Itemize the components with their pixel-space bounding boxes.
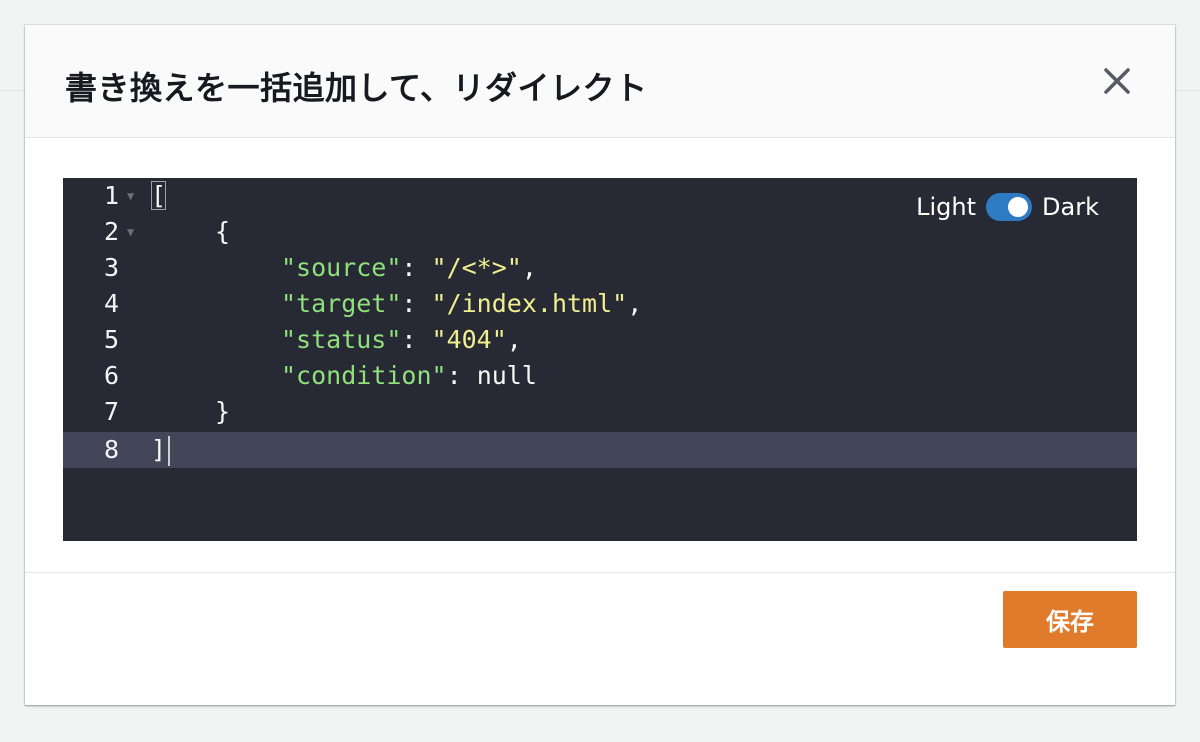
json-brace: { [215,217,231,246]
json-colon: : [401,325,432,354]
line-number: 3 [103,253,119,282]
json-comma: , [506,325,522,354]
json-colon: : [401,289,432,318]
code-line[interactable]: 4 "target": "/index.html", [63,286,1137,322]
bulk-redirect-modal: 書き換えを一括追加して、リダイレクト 1 ▼ [ 2 ▼ { 3 "source… [25,25,1175,705]
line-number: 4 [103,289,119,318]
json-key: "source" [281,253,402,282]
code-line[interactable]: 7 } [63,394,1137,430]
code-line[interactable]: 6 "condition": null [63,358,1137,394]
fold-arrow-icon[interactable]: ▼ [127,214,134,250]
theme-light-label[interactable]: Light [916,193,976,221]
modal-title: 書き換えを一括追加して、リダイレクト [65,69,648,107]
modal-header: 書き換えを一括追加して、リダイレクト [25,25,1175,138]
text-cursor [168,436,171,466]
theme-switch-knob [1008,197,1029,217]
json-bracket: ] [151,435,167,464]
json-key: "target" [281,289,402,318]
json-string: "404" [431,325,507,354]
modal-body: 1 ▼ [ 2 ▼ { 3 "source": "/<*>", 4 "targe… [25,138,1175,572]
code-line[interactable]: 3 "source": "/<*>", [63,250,1137,286]
json-null: null [476,361,537,390]
modal-footer: 保存 [25,572,1175,705]
json-string: "/<*>" [431,253,522,282]
code-line[interactable]: 5 "status": "404", [63,322,1137,358]
line-number: 5 [103,325,119,354]
save-button[interactable]: 保存 [1003,591,1137,648]
json-key: "condition" [281,361,447,390]
json-comma: , [521,253,537,282]
json-code-editor[interactable]: 1 ▼ [ 2 ▼ { 3 "source": "/<*>", 4 "targe… [63,178,1137,541]
json-bracket: [ [151,181,167,210]
code-line-active[interactable]: 8 ] [63,432,1137,468]
theme-switch[interactable] [986,193,1033,221]
json-colon: : [401,253,432,282]
line-number: 8 [103,435,119,464]
theme-toggle: Light Dark [916,192,1099,222]
json-key: "status" [281,325,402,354]
line-number: 1 [103,181,119,210]
close-icon [1104,68,1130,94]
json-brace: } [215,397,231,426]
json-colon: : [446,361,477,390]
json-comma: , [627,289,643,318]
close-button[interactable] [1099,63,1135,99]
line-number: 7 [103,397,119,426]
theme-dark-label[interactable]: Dark [1042,193,1099,221]
line-number: 6 [103,361,119,390]
line-number: 2 [103,217,119,246]
fold-arrow-icon[interactable]: ▼ [127,178,134,214]
json-string: "/index.html" [431,289,628,318]
